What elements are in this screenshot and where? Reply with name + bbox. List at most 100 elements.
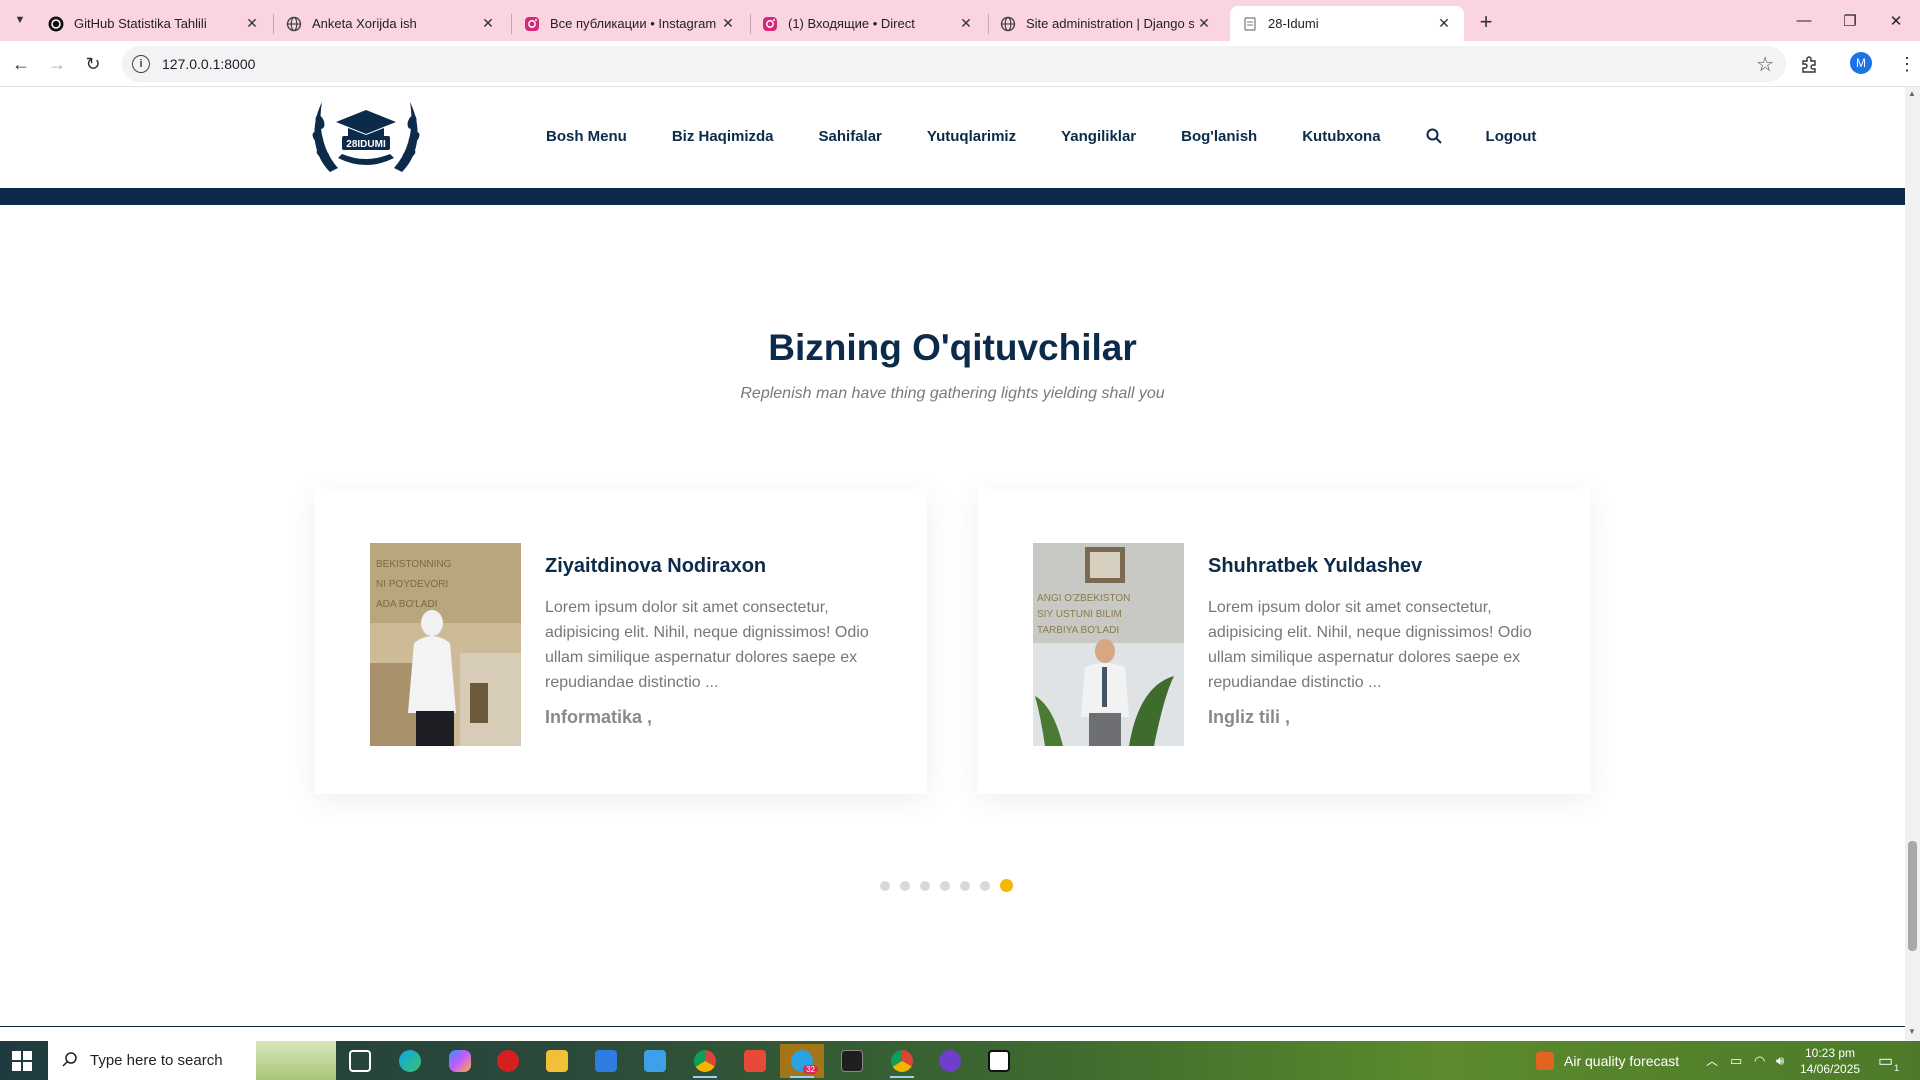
github-desktop-icon[interactable] [928, 1044, 972, 1078]
carousel-dot[interactable] [920, 880, 930, 891]
snipping-tool-icon[interactable] [633, 1044, 677, 1078]
windows-taskbar: Type here to search 32 Air quality forec… [0, 1041, 1920, 1080]
teacher-name[interactable]: Shuhratbek Yuldashev [1208, 555, 1422, 578]
edge-icon[interactable] [388, 1044, 432, 1078]
site-info-icon[interactable]: i [132, 55, 150, 73]
teacher-photo: BEKISTONNING NI POYDEVORI ADA BO'LADI [370, 543, 521, 746]
page-icon [1242, 16, 1258, 32]
address-bar[interactable]: i 127.0.0.1:8000 ☆ [122, 46, 1786, 82]
notion-icon[interactable] [977, 1044, 1021, 1078]
telegram-badge: 32 [803, 1065, 818, 1074]
teacher-name[interactable]: Ziyaitdinova Nodiraxon [545, 555, 766, 578]
reload-icon[interactable]: ↻ [78, 49, 108, 79]
section-subtitle: Replenish man have thing gathering light… [740, 385, 1165, 402]
header-navy-bar [0, 188, 1905, 205]
bookmark-star-icon[interactable]: ☆ [1756, 52, 1774, 77]
carousel-dot[interactable] [960, 880, 970, 891]
tray-chevron-icon[interactable]: ︿ [1706, 1041, 1718, 1080]
nav-boglanish[interactable]: Bog'lanish [1181, 128, 1257, 145]
teacher-description: Lorem ipsum dolor sit amet consectetur, … [545, 599, 869, 691]
file-explorer-icon[interactable] [535, 1044, 579, 1078]
microsoft-store-icon[interactable] [584, 1044, 628, 1078]
url-text[interactable]: 127.0.0.1:8000 [162, 56, 255, 72]
close-tab-icon[interactable]: ✕ [956, 14, 976, 34]
nav-sahifalar[interactable]: Sahifalar [819, 128, 882, 145]
scrollbar-thumb[interactable] [1908, 841, 1917, 951]
browser-tab-strip: ▼ GitHub Statistika Tahlili ✕ Anketa Xor… [0, 0, 1920, 41]
teacher-card[interactable]: ANGI O'ZBEKISTON SIY USTUNI BILIM TARBIY… [978, 489, 1590, 794]
clock-date: 14/06/2025 [1800, 1062, 1861, 1076]
browser-tab-instagram-posts[interactable]: Все публикации • Instagram ✕ [512, 6, 748, 41]
svg-text:ADA BO'LADI: ADA BO'LADI [376, 599, 437, 610]
chrome-icon[interactable] [683, 1044, 727, 1078]
instagram-icon [762, 16, 778, 32]
nav-bosh-menu[interactable]: Bosh Menu [546, 128, 627, 145]
search-highlight-image [256, 1041, 336, 1080]
profile-avatar[interactable]: M [1850, 52, 1872, 74]
copilot-icon[interactable] [438, 1044, 482, 1078]
carousel-dot-active[interactable] [1000, 879, 1013, 892]
svg-text:BEKISTONNING: BEKISTONNING [376, 559, 452, 570]
weather-widget[interactable]: Air quality forecast [1536, 1041, 1679, 1080]
air-quality-icon [1536, 1051, 1554, 1070]
chrome-profile-icon[interactable] [880, 1044, 924, 1078]
windows-start-icon[interactable] [12, 1051, 32, 1071]
network-icon[interactable]: ◠ [1754, 1041, 1765, 1080]
tab-title: 28-Idumi [1268, 16, 1319, 31]
close-window-icon[interactable]: ✕ [1873, 0, 1919, 41]
carousel-dot[interactable] [880, 880, 890, 891]
tab-search-chevron-icon[interactable]: ▼ [8, 8, 32, 32]
browser-tab-active[interactable]: 28-Idumi ✕ [1230, 6, 1464, 41]
footer-top-edge [0, 1026, 1905, 1027]
terminal-icon[interactable] [830, 1044, 874, 1078]
taskbar-search-placeholder[interactable]: Type here to search [90, 1052, 223, 1069]
tab-title: Site administration | Django site admin [1026, 16, 1194, 31]
nav-yangiliklar[interactable]: Yangiliklar [1061, 128, 1136, 145]
new-tab-plus-icon[interactable]: + [1472, 8, 1500, 36]
close-tab-icon[interactable]: ✕ [242, 14, 262, 34]
minimize-icon[interactable]: — [1781, 0, 1827, 41]
page-scrollbar[interactable]: ▲ ▼ [1905, 87, 1920, 1041]
carousel-dot[interactable] [980, 880, 990, 891]
tab-title: Anketa Xorijda ish [312, 16, 417, 31]
wps-office-icon[interactable] [733, 1044, 777, 1078]
taskbar-clock[interactable]: 10:23 pm 14/06/2025 [1800, 1045, 1860, 1077]
weather-text: Air quality forecast [1564, 1052, 1680, 1069]
close-tab-icon[interactable]: ✕ [1434, 14, 1454, 34]
back-arrow-icon[interactable]: ← [6, 49, 36, 79]
browser-tab-django-admin[interactable]: Site administration | Django site admin … [988, 6, 1224, 41]
forward-arrow-icon[interactable]: → [42, 49, 72, 79]
site-header: 28IDUMI Bosh Menu Biz Haqimizda Sahifala… [0, 87, 1905, 188]
meet-now-icon[interactable]: ▭ [1730, 1041, 1742, 1080]
browser-tab-instagram-direct[interactable]: (1) Входящие • Direct ✕ [750, 6, 986, 41]
teacher-description: Lorem ipsum dolor sit amet consectetur, … [1208, 599, 1532, 691]
task-view-icon[interactable] [338, 1044, 382, 1078]
browser-tab-anketa[interactable]: Anketa Xorijda ish ✕ [274, 6, 508, 41]
nav-yutuqlarimiz[interactable]: Yutuqlarimiz [927, 128, 1016, 145]
search-icon[interactable] [1426, 127, 1444, 145]
svg-text:TARBIYA BO'LADI: TARBIYA BO'LADI [1037, 625, 1119, 636]
davinci-icon[interactable] [486, 1044, 530, 1078]
telegram-icon[interactable]: 32 [780, 1044, 824, 1078]
teacher-subject: Informatika , [545, 707, 653, 727]
carousel-dot[interactable] [940, 880, 950, 891]
logout-link[interactable]: Logout [1486, 128, 1537, 145]
scroll-up-icon[interactable]: ▲ [1908, 89, 1916, 98]
browser-menu-icon[interactable]: ⋮ [1892, 49, 1920, 79]
notifications-icon[interactable]: ▭ 1 [1878, 1041, 1899, 1080]
taskbar-search[interactable]: Type here to search [48, 1041, 336, 1080]
close-tab-icon[interactable]: ✕ [1194, 14, 1214, 34]
nav-biz-haqimizda[interactable]: Biz Haqimizda [672, 128, 774, 145]
volume-icon[interactable]: 🔊︎ [1776, 1041, 1784, 1080]
carousel-dot[interactable] [900, 880, 910, 891]
globe-icon [286, 16, 302, 32]
scroll-down-icon[interactable]: ▼ [1908, 1027, 1916, 1036]
browser-tab-github[interactable]: GitHub Statistika Tahlili ✕ [36, 6, 272, 41]
teacher-card[interactable]: BEKISTONNING NI POYDEVORI ADA BO'LADI Zi… [315, 489, 927, 794]
nav-kutubxona[interactable]: Kutubxona [1302, 128, 1380, 145]
extensions-puzzle-icon[interactable] [1794, 49, 1824, 79]
restore-icon[interactable]: ❐ [1827, 0, 1873, 41]
close-tab-icon[interactable]: ✕ [718, 14, 738, 34]
school-logo[interactable]: 28IDUMI [308, 92, 424, 178]
close-tab-icon[interactable]: ✕ [478, 14, 498, 34]
